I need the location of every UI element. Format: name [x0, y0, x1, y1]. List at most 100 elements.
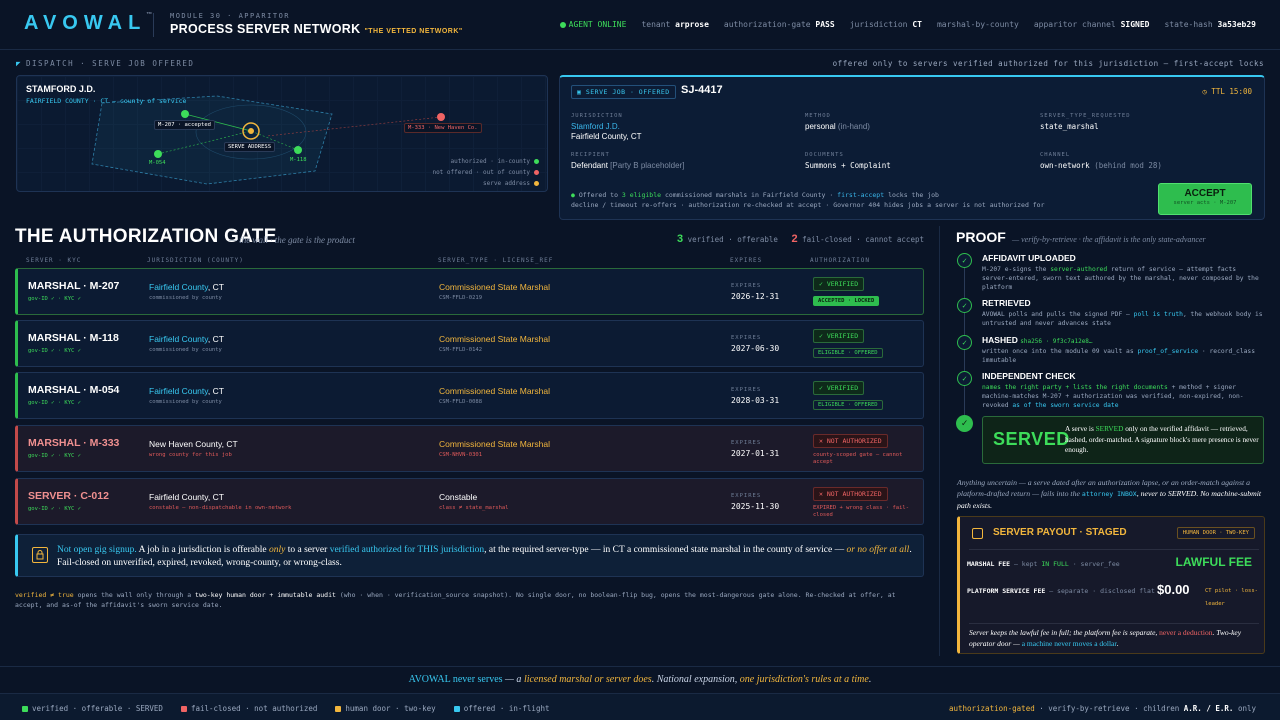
app-header: AVOWAL™ MODULE 30 · APPARITOR PROCESS SE…: [0, 0, 1280, 50]
field-channel: CHANNEL own-network (behind mod 28): [1040, 152, 1162, 170]
table-row[interactable]: SERVER · C-012 gov-ID ✓ · KYC ✓ Fairfiel…: [15, 478, 924, 525]
status-badge: ELIGIBLE · OFFERED: [813, 348, 883, 358]
proof-title: PROOF: [956, 229, 1006, 245]
status-legend: verified · offerable · SERVED fail-close…: [22, 704, 550, 713]
dispatch-note: offered only to servers verified authori…: [832, 59, 1264, 68]
served-status-box: SERVED A serve is SERVED only on the ver…: [982, 416, 1264, 464]
label-m118: M-118: [290, 157, 307, 163]
verified-badge: ✓ VERIFIED: [813, 381, 865, 395]
step-title: INDEPENDENT CHECK: [982, 371, 1076, 381]
state-hash: state-hash 3a53eb29: [1164, 20, 1256, 29]
ttl-timer: ◷ TTL 15:00: [1202, 87, 1252, 96]
server-node-m118: [294, 146, 302, 154]
check-icon: ✓: [957, 298, 972, 313]
step-desc: written once into the module 09 vault as…: [982, 348, 1255, 364]
table-row[interactable]: MARSHAL · M-207 gov-ID ✓ · KYC ✓ Fairfie…: [15, 268, 924, 315]
field-documents: DOCUMENTS Summons + Complaint: [805, 152, 891, 170]
header-divider: [153, 13, 154, 37]
policy-callout: Not open gig signup. A job in a jurisdic…: [15, 534, 924, 577]
step-title: HASHED sha256 · 9f3c7a12e8…: [982, 335, 1093, 345]
job-id: SJ-4417: [681, 84, 723, 96]
tag-serve-address[interactable]: SERVE ADDRESS: [224, 142, 276, 152]
col-header-server: SERVER · KYC: [26, 257, 82, 264]
platform-fee-line: PLATFORM SERVICE FEE — separate · disclo…: [967, 587, 1155, 595]
lock-icon: [32, 547, 48, 563]
legend-verified: verified · offerable · SERVED: [22, 704, 163, 713]
not-authorized-badge: ✕ NOT AUTHORIZED: [813, 487, 888, 501]
tenant-status: tenant arprose: [641, 20, 709, 29]
marshal-status: marshal-by-county: [936, 20, 1019, 29]
wallet-icon: [972, 528, 983, 539]
label-m054: M-054: [149, 160, 166, 166]
server-node-m333: [437, 113, 445, 121]
field-jurisdiction: JURISDICTION Stamford J.D. Fairfield Coun…: [571, 113, 642, 141]
jurisdiction-map[interactable]: STAMFORD J.D. FAIRFIELD COUNTY · CT — co…: [16, 75, 548, 192]
table-row[interactable]: MARSHAL · M-054 gov-ID ✓ · KYC ✓ Fairfie…: [15, 372, 924, 419]
jurisdiction-status: jurisdiction CT: [849, 20, 922, 29]
proof-subtitle: — verify-by-retrieve · the affidavit is …: [1012, 235, 1206, 244]
check-icon: ✓: [957, 371, 972, 386]
col-header-type: SERVER_TYPE · LICENSE_REF: [438, 257, 554, 264]
legend-authorized: authorized · in-county: [432, 156, 539, 167]
marshal-fee-line: MARSHAL FEE — kept IN FULL · server_fee: [967, 560, 1120, 568]
offer-note: ● Offered to 3 eligible commissioned mar…: [571, 191, 1045, 209]
footer-bar: verified · offerable · SERVED fail-close…: [0, 693, 1280, 720]
fail-reason: county-scoped gate — cannot accept: [813, 452, 903, 465]
col-header-expires: EXPIRES: [730, 257, 763, 264]
county-boundary: [91, 95, 333, 185]
agent-status: AGENT ONLINE: [559, 20, 626, 29]
serve-address-node: [248, 128, 254, 134]
legend-fail-closed: fail-closed · not authorized: [180, 704, 317, 713]
col-header-jurisdiction: JURISDICTION (COUNTY): [147, 257, 244, 264]
arrow-icon: ◤: [16, 59, 23, 68]
payout-note: Server keeps the lawful fee in full; the…: [969, 628, 1242, 648]
online-dot-icon: [559, 21, 566, 28]
map-legend: authorized · in-county not offered · out…: [432, 156, 539, 189]
field-recipient: RECIPIENT Defendant [Party B placeholder…: [571, 152, 685, 170]
briefcase-icon: ▣: [577, 88, 582, 96]
legend-human-door: human door · two-key: [335, 704, 436, 713]
gate-status: authorization-gate PASS: [723, 20, 835, 29]
served-check-icon: ✓: [956, 415, 973, 432]
lawful-fee-value: LAWFUL FEE: [1175, 555, 1252, 569]
payout-card: SERVER PAYOUT · STAGED HUMAN DOOR · TWO-…: [957, 516, 1265, 654]
clock-icon: ◷: [1202, 87, 1207, 96]
status-bar: AGENT ONLINE tenant arprose authorizatio…: [559, 20, 1256, 29]
job-status-badge: ▣ SERVE JOB · OFFERED: [571, 85, 676, 99]
dispatch-label: ◤ DISPATCH · SERVE JOB OFFERED: [16, 59, 195, 68]
gate-subtitle: — the wall · the gate is the product: [229, 235, 355, 245]
legend-not-offered: not offered · out of county: [432, 167, 539, 178]
map-subtitle: FAIRFIELD COUNTY · CT — county of servic…: [26, 97, 187, 105]
col-header-authorization: AUTHORIZATION: [810, 257, 870, 264]
check-icon: ✓: [957, 253, 972, 268]
check-icon: ✓: [957, 335, 972, 350]
tag-m333[interactable]: M-333 · New Haven Co.: [404, 123, 482, 133]
verified-badge: ✓ VERIFIED: [813, 277, 865, 291]
app-tagline: "THE VETTED NETWORK": [364, 28, 463, 35]
table-row[interactable]: MARSHAL · M-333 gov-ID ✓ · KYC ✓ New Hav…: [15, 425, 924, 472]
map-title: STAMFORD J.D.: [26, 84, 96, 94]
step-desc: AVOWAL polls and pulls the signed PDF — …: [982, 311, 1263, 327]
uncertainty-note: Anything uncertain — a serve dated after…: [957, 478, 1262, 510]
channel-status: apparitor channel SIGNED: [1033, 20, 1150, 29]
two-key-badge: HUMAN DOOR · TWO-KEY: [1176, 527, 1255, 539]
column-divider: [939, 226, 940, 656]
field-method: METHOD personal (in-hand): [805, 113, 870, 131]
step-title: RETRIEVED: [982, 298, 1031, 308]
fail-reason: EXPIRED + wrong class · fail-closed: [813, 505, 910, 518]
platform-fee-value: $0.00: [1157, 582, 1190, 597]
accept-button[interactable]: ACCEPT server acts · M-207: [1158, 183, 1252, 215]
table-row[interactable]: MARSHAL · M-118 gov-ID ✓ · KYC ✓ Fairfie…: [15, 320, 924, 367]
not-authorized-badge: ✕ NOT AUTHORIZED: [813, 434, 888, 448]
tag-m207[interactable]: M-207 · accepted: [154, 120, 215, 130]
footer-tagline: AVOWAL never serves — a licensed marshal…: [408, 674, 872, 685]
gate-summary: 3 verified · offerable 2 fail-closed · c…: [676, 233, 924, 245]
app-title: PROCESS SERVER NETWORK "THE VETTED NETWOR…: [170, 22, 463, 36]
footer-meta: authorization-gated · verify-by-retrieve…: [948, 704, 1256, 713]
legend-offered: offered · in-flight: [453, 704, 550, 713]
serve-job-card: ▣ SERVE JOB · OFFERED SJ-4417 ◷ TTL 15:0…: [559, 75, 1265, 220]
server-node-m054: [154, 150, 162, 158]
gate-footnote: verified ≠ true opens the wall only thro…: [15, 591, 896, 609]
step-desc: names the right party + lists the right …: [982, 384, 1244, 409]
field-server-type: SERVER_TYPE_REQUESTED state_marshal: [1040, 113, 1131, 131]
